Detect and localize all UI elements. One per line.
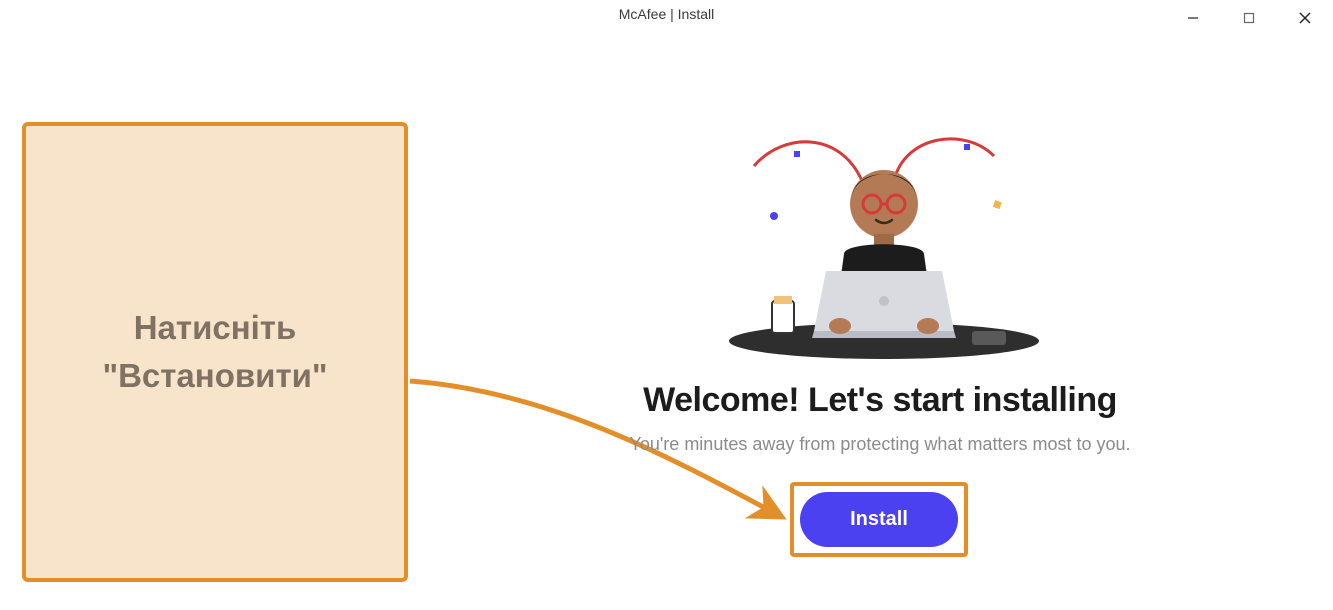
annotation-text: Натисніть "Встановити" [46,304,384,400]
window-title: McAfee | Install [619,6,714,22]
install-highlight: Install [790,482,968,557]
content-area: Натисніть "Встановити" [0,36,1333,610]
annotation-callout: Натисніть "Встановити" [22,122,408,582]
minimize-icon [1187,12,1199,24]
welcome-subheading: You're minutes away from protecting what… [520,434,1240,455]
annotation-arrow [408,346,808,566]
maximize-button[interactable] [1221,0,1277,36]
window-controls [1165,0,1333,36]
title-bar: McAfee | Install [0,0,1333,36]
close-icon [1298,11,1312,25]
minimize-button[interactable] [1165,0,1221,36]
welcome-illustration [694,126,1074,361]
maximize-icon [1243,12,1255,24]
welcome-heading: Welcome! Let's start installing [520,381,1240,420]
install-button[interactable]: Install [800,492,958,547]
person-laptop-icon [694,126,1074,361]
close-button[interactable] [1277,0,1333,36]
